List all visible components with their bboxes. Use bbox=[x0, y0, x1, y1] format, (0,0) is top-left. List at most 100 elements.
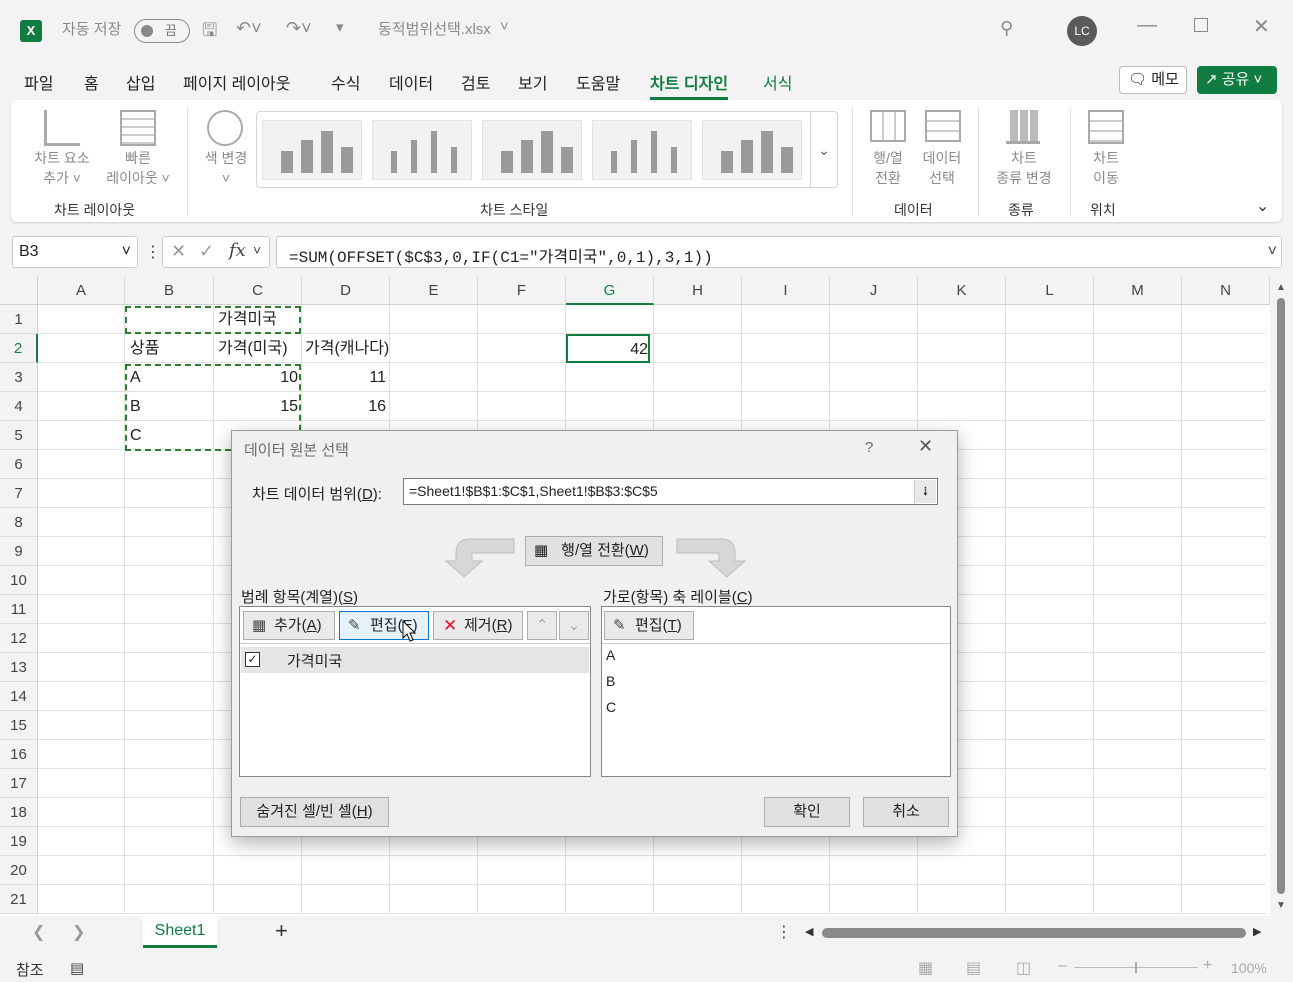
row-header-14[interactable]: 14 bbox=[0, 682, 38, 711]
cell-g2-selected[interactable]: 42 bbox=[566, 334, 650, 363]
chart-style-thumb-2[interactable] bbox=[372, 120, 472, 180]
help-icon[interactable]: ? bbox=[865, 439, 873, 456]
axis-item[interactable]: A bbox=[606, 647, 615, 663]
row-header-5[interactable]: 5 bbox=[0, 421, 38, 450]
switch-row-column-button[interactable]: 행/열 전환 bbox=[858, 148, 918, 188]
sheet-tab-sheet1[interactable]: Sheet1 bbox=[143, 916, 217, 948]
row-header-7[interactable]: 7 bbox=[0, 479, 38, 508]
series-list-item[interactable]: ✓ 가격미국 bbox=[241, 647, 589, 673]
column-header-g[interactable]: G bbox=[566, 276, 654, 305]
tab-review[interactable]: 검토 bbox=[461, 70, 490, 94]
row-header-12[interactable]: 12 bbox=[0, 624, 38, 653]
vertical-scroll-thumb[interactable] bbox=[1277, 298, 1285, 894]
close-icon[interactable]: ✕ bbox=[918, 436, 933, 457]
column-header-k[interactable]: K bbox=[918, 276, 1006, 305]
avatar[interactable]: LC bbox=[1067, 16, 1097, 46]
formula-input[interactable]: =SUM(OFFSET($C$3,0,IF(C1="가격미국",0,1),3,1… bbox=[276, 236, 1282, 268]
search-icon[interactable]: ⚲ bbox=[1000, 18, 1013, 39]
collapse-range-icon[interactable]: ⭭ bbox=[914, 480, 936, 503]
page-break-view-icon[interactable]: ◫ bbox=[1016, 958, 1031, 978]
row-header-10[interactable]: 10 bbox=[0, 566, 38, 595]
column-header-a[interactable]: A bbox=[38, 276, 125, 305]
tab-home[interactable]: 홈 bbox=[84, 70, 99, 94]
chart-data-range-input[interactable]: =Sheet1!$B$1:$C$1,Sheet1!$B$3:$C$5 bbox=[403, 478, 938, 505]
switch-row-column-dialog-button[interactable]: ▦ 행/열 전환(W) bbox=[525, 536, 663, 566]
tab-view[interactable]: 보기 bbox=[518, 70, 547, 94]
vertical-scrollbar[interactable]: ▲ ▼ bbox=[1270, 276, 1293, 916]
row-header-4[interactable]: 4 bbox=[0, 392, 38, 421]
save-icon[interactable]: 🖫 bbox=[202, 18, 217, 48]
name-box[interactable]: B3 ˅ bbox=[12, 236, 138, 268]
column-header-c[interactable]: C bbox=[214, 276, 302, 305]
column-header-h[interactable]: H bbox=[654, 276, 742, 305]
axis-item[interactable]: C bbox=[606, 699, 616, 715]
column-header-m[interactable]: M bbox=[1094, 276, 1182, 305]
column-header-b[interactable]: B bbox=[125, 276, 214, 305]
column-header-d[interactable]: D bbox=[302, 276, 390, 305]
enter-icon[interactable]: ✓ bbox=[199, 241, 214, 262]
more-options-icon[interactable]: ⋮ bbox=[776, 922, 792, 942]
memo-button[interactable]: 🗨 메모 bbox=[1119, 66, 1187, 94]
edit-axis-labels-button[interactable]: ✎ 편집(T) bbox=[604, 611, 694, 640]
collapse-ribbon-icon[interactable]: ⌄ bbox=[1256, 196, 1269, 216]
row-header-19[interactable]: 19 bbox=[0, 827, 38, 856]
add-chart-element-button[interactable]: 차트 요소 추가 ˅ bbox=[22, 148, 102, 188]
scroll-right-icon[interactable]: ▶ bbox=[1253, 925, 1261, 938]
select-all-corner[interactable] bbox=[0, 276, 38, 305]
row-header-9[interactable]: 9 bbox=[0, 537, 38, 566]
row-header-3[interactable]: 3 bbox=[0, 363, 38, 392]
quick-layout-button[interactable]: 빠른 레이아웃 ˅ bbox=[98, 148, 178, 188]
row-header-2[interactable]: 2 bbox=[0, 334, 38, 363]
tab-file[interactable]: 파일 bbox=[24, 70, 53, 94]
maximize-icon[interactable] bbox=[1194, 18, 1208, 32]
column-header-f[interactable]: F bbox=[478, 276, 566, 305]
page-layout-view-icon[interactable]: ▤ bbox=[966, 958, 981, 978]
move-up-button[interactable]: ⌃ bbox=[527, 611, 557, 640]
tab-chart-design[interactable]: 차트 디자인 bbox=[650, 70, 729, 100]
cancel-icon[interactable]: ✕ bbox=[171, 241, 186, 262]
cell-d3[interactable]: 11 bbox=[302, 363, 386, 392]
prev-sheet-icon[interactable]: ❮ bbox=[32, 922, 45, 942]
tab-data[interactable]: 데이터 bbox=[389, 70, 433, 94]
series-checkbox[interactable]: ✓ bbox=[245, 652, 260, 667]
chart-style-thumb-5[interactable] bbox=[702, 120, 802, 180]
row-header-15[interactable]: 15 bbox=[0, 711, 38, 740]
customize-qat-icon[interactable]: ▾ bbox=[336, 18, 344, 36]
scroll-down-icon[interactable]: ▼ bbox=[1276, 900, 1286, 911]
cell-c2[interactable]: 가격(미국) bbox=[218, 334, 288, 363]
row-header-13[interactable]: 13 bbox=[0, 653, 38, 682]
tab-format[interactable]: 서식 bbox=[763, 70, 792, 94]
cell-b2[interactable]: 상품 bbox=[130, 334, 159, 363]
zoom-in-icon[interactable]: + bbox=[1203, 957, 1212, 975]
next-sheet-icon[interactable]: ❯ bbox=[72, 922, 85, 942]
file-name[interactable]: 동적범위선택.xlsx bbox=[378, 18, 491, 39]
cell-d4[interactable]: 16 bbox=[302, 392, 386, 421]
column-header-n[interactable]: N bbox=[1182, 276, 1270, 305]
chevron-down-icon[interactable]: ˅ bbox=[500, 18, 509, 35]
normal-view-icon[interactable]: ▦ bbox=[918, 958, 933, 978]
row-header-20[interactable]: 20 bbox=[0, 856, 38, 885]
change-chart-type-button[interactable]: 차트 종류 변경 bbox=[984, 148, 1064, 188]
close-icon[interactable]: ✕ bbox=[1253, 14, 1270, 39]
cell-d2[interactable]: 가격(캐나다) bbox=[305, 334, 389, 363]
move-down-button[interactable]: ⌄ bbox=[559, 611, 589, 640]
tab-formulas[interactable]: 수식 bbox=[331, 70, 360, 94]
zoom-level[interactable]: 100% bbox=[1231, 960, 1267, 976]
share-button[interactable]: ↗ 공유 ˅ bbox=[1197, 66, 1277, 94]
row-header-1[interactable]: 1 bbox=[0, 305, 38, 334]
row-header-18[interactable]: 18 bbox=[0, 798, 38, 827]
column-header-j[interactable]: J bbox=[830, 276, 918, 305]
expand-formula-icon[interactable]: ˅ bbox=[1268, 243, 1277, 261]
undo-icon[interactable]: ↶˅ bbox=[236, 18, 262, 39]
chevron-down-icon[interactable]: ˅ bbox=[253, 242, 261, 258]
redo-icon[interactable]: ↷˅ bbox=[286, 18, 312, 39]
chart-style-thumb-3[interactable] bbox=[482, 120, 582, 180]
horizontal-scroll-thumb[interactable] bbox=[822, 928, 1246, 938]
scroll-up-icon[interactable]: ▲ bbox=[1276, 282, 1286, 293]
select-data-button[interactable]: 데이터 선택 bbox=[912, 148, 972, 188]
move-chart-button[interactable]: 차트 이동 bbox=[1076, 148, 1136, 188]
column-header-i[interactable]: I bbox=[742, 276, 830, 305]
column-header-l[interactable]: L bbox=[1006, 276, 1094, 305]
chart-style-thumb-1[interactable] bbox=[262, 120, 362, 180]
column-header-e[interactable]: E bbox=[390, 276, 478, 305]
